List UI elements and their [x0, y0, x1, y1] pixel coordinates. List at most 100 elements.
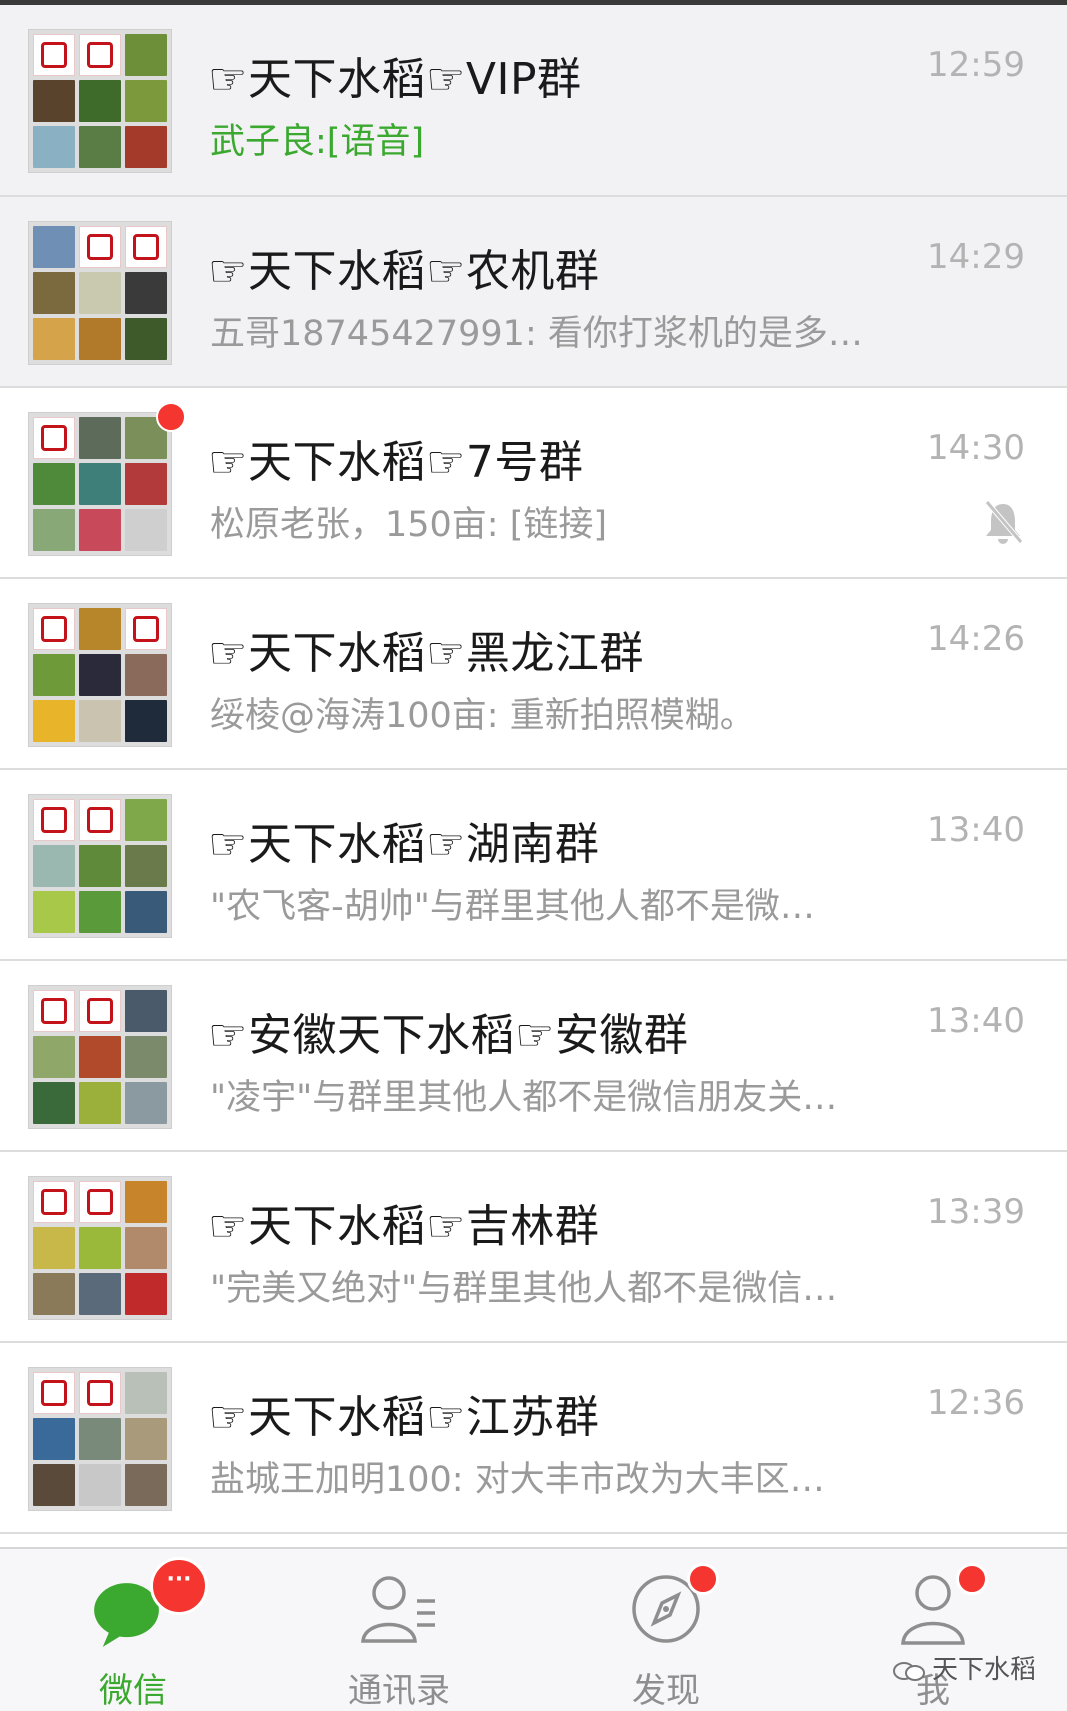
group-avatar-grid — [28, 603, 172, 747]
member-photo-tile — [33, 126, 75, 168]
member-photo-tile — [79, 1273, 121, 1315]
member-photo-tile — [79, 126, 121, 168]
chat-time: 12:36 — [927, 1383, 1025, 1423]
brand-logo-tile — [79, 226, 121, 268]
brand-logo-mark — [41, 1380, 67, 1406]
member-photo-tile — [33, 845, 75, 887]
member-photo-tile — [33, 1418, 75, 1460]
brand-logo-tile — [125, 608, 167, 650]
tab-weixin-badge: ··· — [150, 1557, 208, 1615]
chat-title: ☞天下水稻☞湖南群 — [208, 819, 600, 870]
chat-preview: 武子良:[语音] — [210, 122, 425, 162]
chat-row[interactable]: ☞天下水稻☞VIP群 武子良:[语音] 12:59 — [0, 5, 1067, 197]
brand-logo-tile — [33, 799, 75, 841]
chat-title: ☞天下水稻☞7号群 — [208, 437, 584, 488]
brand-logo-tile — [33, 1372, 75, 1414]
member-photo-tile — [79, 845, 121, 887]
tab-me[interactable]: 我 天下水稻 — [800, 1549, 1066, 1711]
brand-logo-mark — [87, 42, 113, 68]
chat-time: 14:29 — [927, 237, 1025, 277]
chat-row[interactable]: ☞安徽天下水稻☞安徽群 "凌宇"与群里其他人都不是微信朋友关… 13:40 — [0, 961, 1067, 1152]
brand-logo-tile — [79, 799, 121, 841]
chat-row[interactable]: ☞天下水稻☞湖南群 "农飞客-胡帅"与群里其他人都不是微… 13:40 — [0, 770, 1067, 961]
brand-logo-tile — [33, 608, 75, 650]
member-photo-tile — [125, 799, 167, 841]
member-photo-tile — [125, 1036, 167, 1078]
chat-row[interactable]: ☞天下水稻☞7号群松原老张，150亩: [链接] 14:30 — [0, 388, 1067, 579]
chat-row[interactable]: ☞天下水稻☞江苏群 盐城王加明100: 对大丰市改为大丰区… 12:36 — [0, 1343, 1067, 1534]
watermark: 天下水稻 — [892, 1649, 1036, 1686]
chat-row[interactable]: ☞天下水稻☞农机群 五哥18745427991: 看你打浆机的是多… 14:29 — [0, 197, 1067, 388]
unread-dot — [156, 402, 186, 432]
wechat-screen: ☞天下水稻☞VIP群 武子良:[语音] 12:59 ☞天下水稻☞农机群 五哥187454… — [0, 0, 1067, 1711]
chat-title: ☞安徽天下水稻☞安徽群 — [208, 1010, 689, 1061]
chat-preview: 松原老张，150亩: [链接] — [210, 505, 608, 545]
chat-time: 13:39 — [927, 1192, 1025, 1232]
member-photo-tile — [79, 417, 121, 459]
chat-list[interactable]: ☞天下水稻☞VIP群 武子良:[语音] 12:59 ☞天下水稻☞农机群 五哥187454… — [0, 5, 1067, 1534]
member-photo-tile — [33, 891, 75, 933]
member-photo-tile — [79, 1036, 121, 1078]
chat-time: 14:30 — [927, 428, 1025, 468]
chat-time: 13:40 — [927, 1001, 1025, 1041]
member-photo-tile — [79, 272, 121, 314]
member-photo-tile — [33, 318, 75, 360]
group-avatar-grid — [28, 412, 172, 556]
member-photo-tile — [33, 80, 75, 122]
member-photo-tile — [79, 1227, 121, 1269]
member-photo-tile — [125, 80, 167, 122]
brand-logo-mark — [133, 616, 159, 642]
brand-logo-tile — [125, 226, 167, 268]
member-photo-tile — [33, 509, 75, 551]
brand-logo-tile — [33, 1181, 75, 1223]
member-photo-tile — [125, 34, 167, 76]
group-avatar — [28, 29, 172, 173]
tab-contacts[interactable]: 通讯录 — [266, 1549, 532, 1711]
member-photo-tile — [33, 700, 75, 742]
brand-logo-mark — [87, 1189, 113, 1215]
brand-logo-mark — [133, 234, 159, 260]
group-avatar — [28, 985, 172, 1129]
chat-preview: 绥棱@海涛100亩: 重新拍照模糊。 — [210, 696, 755, 736]
member-photo-tile — [33, 1036, 75, 1078]
brand-logo-tile — [79, 1181, 121, 1223]
contacts-icon — [361, 1576, 435, 1643]
brand-logo-mark — [41, 425, 67, 451]
brand-logo-tile — [33, 417, 75, 459]
group-avatar-grid — [28, 221, 172, 365]
brand-logo-mark — [41, 616, 67, 642]
member-photo-tile — [79, 1418, 121, 1460]
member-photo-tile — [79, 509, 121, 551]
member-photo-tile — [125, 891, 167, 933]
brand-logo-tile — [33, 34, 75, 76]
tab-weixin[interactable]: ··· 微信 — [0, 1549, 266, 1711]
member-photo-tile — [33, 1464, 75, 1506]
tab-discover[interactable]: 发现 — [533, 1549, 799, 1711]
chat-title: ☞天下水稻☞VIP群 — [208, 54, 582, 105]
brand-logo-mark — [41, 998, 67, 1024]
chat-row[interactable]: ☞天下水稻☞吉林群 "完美又绝对"与群里其他人都不是微信… 13:39 — [0, 1152, 1067, 1343]
chat-title: ☞天下水稻☞黑龙江群 — [208, 628, 644, 679]
brand-logo-mark — [41, 42, 67, 68]
member-photo-tile — [125, 463, 167, 505]
watermark-text: 天下水稻 — [931, 1655, 1036, 1685]
group-avatar-grid — [28, 29, 172, 173]
tab-bar: ··· 微信 通讯录 发现 我 天下水稻 — [0, 1547, 1067, 1711]
group-avatar-grid — [28, 794, 172, 938]
member-photo-tile — [125, 1227, 167, 1269]
member-photo-tile — [33, 1082, 75, 1124]
brand-logo-tile — [33, 990, 75, 1032]
member-photo-tile — [33, 1273, 75, 1315]
group-avatar — [28, 402, 186, 556]
wechat-official-icon — [892, 1661, 925, 1681]
tab-me-badge — [956, 1563, 988, 1595]
brand-logo-tile — [79, 1372, 121, 1414]
tab-discover-label: 发现 — [632, 1671, 700, 1711]
member-photo-tile — [79, 700, 121, 742]
group-avatar-grid — [28, 1367, 172, 1511]
chat-title: ☞天下水稻☞江苏群 — [208, 1392, 600, 1443]
member-photo-tile — [33, 463, 75, 505]
chat-row[interactable]: ☞天下水稻☞黑龙江群 绥棱@海涛100亩: 重新拍照模糊。 14:26 — [0, 579, 1067, 770]
brand-logo-tile — [79, 34, 121, 76]
brand-logo-mark — [41, 807, 67, 833]
